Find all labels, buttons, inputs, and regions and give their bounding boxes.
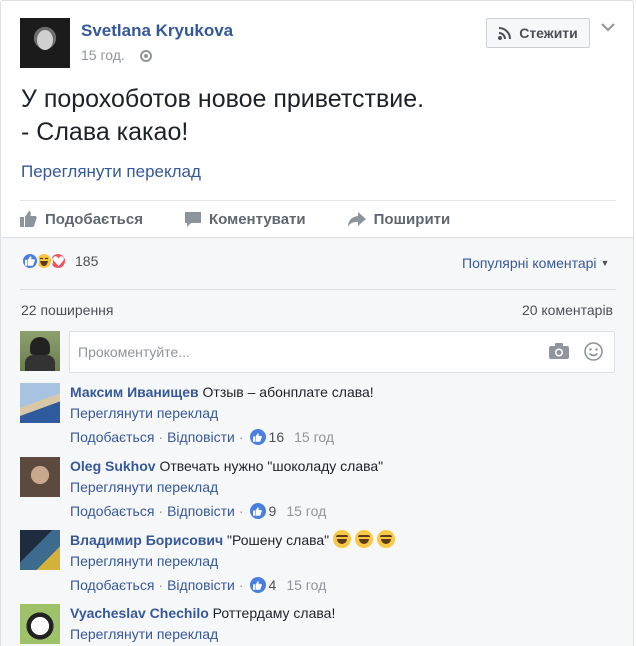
author-avatar[interactable] (20, 18, 70, 68)
laughing-emoji-icon (355, 530, 374, 548)
comment-reply-link[interactable]: Відповісти (167, 502, 235, 520)
comment-button[interactable]: Коментувати (184, 202, 306, 236)
comment-reply-link[interactable]: Відповісти (167, 576, 235, 594)
comment-input[interactable] (69, 331, 615, 373)
comment-like-link[interactable]: Подобається (70, 428, 154, 446)
commenter-name[interactable]: Максим Иванищев (70, 384, 199, 400)
caret-down-icon: ▼ (600, 258, 610, 268)
chevron-down-icon[interactable] (601, 19, 615, 37)
post-text-line: У порохоботов новое приветствие. (21, 85, 425, 113)
comment-like-count: 4 (268, 577, 277, 593)
comment-label: Коментувати (208, 210, 306, 228)
comment-like-count: 9 (268, 503, 277, 519)
share-label: Поширити (373, 210, 451, 228)
comment-text: "Рошену слава" (227, 532, 330, 548)
comment-text: Отвечать нужно "шоколаду слава" (159, 458, 384, 474)
divider (20, 200, 616, 201)
commenter-name[interactable]: Владимир Борисович (70, 532, 223, 548)
comments-count[interactable]: 20 коментарів (522, 302, 613, 318)
comment-likes[interactable]: 9 (249, 502, 277, 520)
reactions-summary[interactable]: 185 (21, 252, 98, 270)
like-button[interactable]: Подобається (20, 202, 143, 236)
see-translation-link[interactable]: Переглянути переклад (70, 404, 374, 422)
post-card: Svetlana Kryukova 15 год. Стежити У поро… (0, 0, 634, 646)
thumbs-up-icon (249, 503, 266, 519)
comment-like-link[interactable]: Подобається (70, 576, 154, 594)
camera-icon[interactable] (549, 343, 569, 364)
post-time[interactable]: 15 год. (81, 47, 125, 63)
comment-like-count: 16 (268, 429, 285, 445)
comment-time[interactable]: 15 год (286, 576, 326, 594)
like-reaction-icon (21, 252, 39, 270)
commenter-avatar[interactable] (20, 383, 60, 423)
post-text: У порохоботов новое приветствие. - Слава… (21, 83, 424, 149)
see-translation-link[interactable]: Переглянути переклад (70, 478, 383, 496)
commenter-avatar[interactable] (20, 604, 60, 644)
follow-button[interactable]: Стежити (486, 18, 590, 48)
author-name[interactable]: Svetlana Kryukova (81, 21, 233, 41)
post-actions: Подобається Коментувати Поширити (20, 202, 492, 236)
thumbs-up-icon (249, 429, 266, 445)
comment-text: Роттердаму слава! (212, 605, 336, 621)
see-translation-link[interactable]: Переглянути переклад (21, 162, 201, 182)
commenter-avatar[interactable] (20, 530, 60, 570)
divider (20, 289, 616, 290)
laughing-emoji-icon (333, 530, 352, 548)
commenter-name[interactable]: Vyacheslav Chechilo (70, 605, 209, 621)
current-user-avatar (20, 331, 60, 371)
post-text-line: - Слава какао! (21, 118, 189, 146)
comment-likes[interactable]: 16 (249, 428, 285, 446)
comment-icon (184, 211, 201, 227)
comment-time[interactable]: 15 год (286, 502, 326, 520)
sort-label: Популярні коментарі (462, 255, 597, 271)
laughing-emoji-icon (377, 530, 396, 548)
comment-text: Отзыв – абонплате слава! (202, 384, 374, 400)
commenter-name[interactable]: Oleg Sukhov (70, 458, 156, 474)
like-label: Подобається (45, 210, 143, 228)
comment-reply-link[interactable]: Відповісти (167, 428, 235, 446)
thumbs-up-icon (20, 211, 37, 227)
reaction-count: 185 (75, 253, 99, 269)
comment-sort-dropdown[interactable]: Популярні коментарі ▼ (462, 255, 609, 271)
smiley-icon[interactable] (584, 342, 603, 366)
commenter-avatar[interactable] (20, 457, 60, 497)
comment-time[interactable]: 15 год (294, 428, 334, 446)
share-icon (347, 211, 366, 227)
globe-icon (140, 50, 152, 62)
see-translation-link[interactable]: Переглянути переклад (70, 552, 395, 570)
comment-like-link[interactable]: Подобається (70, 502, 154, 520)
see-translation-link[interactable]: Переглянути переклад (70, 625, 335, 643)
share-button[interactable]: Поширити (347, 202, 451, 236)
follow-label: Стежити (519, 25, 578, 41)
thumbs-up-icon (249, 577, 266, 593)
rss-icon (498, 26, 512, 40)
shares-count[interactable]: 22 поширення (21, 302, 114, 318)
comment-likes[interactable]: 4 (249, 576, 277, 594)
